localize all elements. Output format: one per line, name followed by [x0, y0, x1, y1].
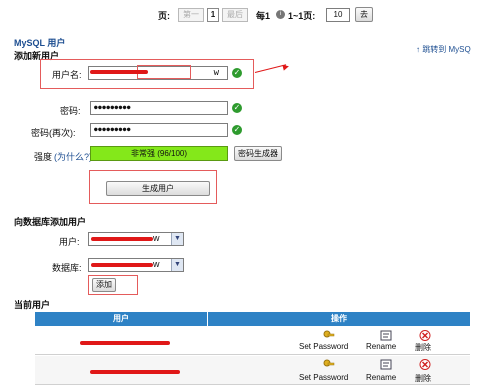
delete-icon[interactable] [419, 359, 431, 370]
add-to-db-title: 向数据库添加用户 [14, 217, 87, 227]
rename-icon[interactable] [380, 359, 392, 370]
breadcrumb[interactable]: MySQL 用户 [14, 36, 65, 49]
delete-link[interactable]: 删除 [415, 373, 431, 384]
password-generator-button[interactable]: 密码生成器 [234, 146, 282, 161]
last-page-button[interactable]: 最后 [222, 8, 248, 22]
username-label: 用户名: [52, 70, 82, 80]
db-database-redaction [91, 263, 153, 267]
go-button[interactable]: 去 [355, 7, 373, 22]
strength-meter: 非常强 (96/100) [90, 146, 228, 161]
password-again-ok-icon: ✓ [232, 125, 242, 135]
set-password-link[interactable]: Set Password [299, 373, 348, 382]
password-ok-icon: ✓ [232, 103, 242, 113]
create-user-button[interactable]: 生成用户 [106, 181, 210, 196]
current-page-number: 1 [207, 8, 219, 22]
row-username-redaction [80, 341, 170, 345]
strength-label: 强度 [34, 152, 53, 162]
table-header-user: 用户 [35, 312, 207, 326]
password-label: 密码: [60, 106, 81, 116]
password-again-input[interactable]: ●●●●●●●●● [90, 123, 228, 137]
page-label: 页: [158, 11, 170, 21]
db-user-label: 用户: [59, 237, 80, 247]
chevron-down-icon: ▼ [171, 233, 183, 245]
key-icon[interactable] [323, 359, 335, 370]
table-row: Set Password Rename 删除 [35, 327, 470, 355]
strength-help-link[interactable]: (为什么?): [54, 150, 95, 163]
password-input[interactable]: ●●●●●●●●● [90, 101, 228, 115]
set-password-link[interactable]: Set Password [299, 342, 348, 351]
per-page-input[interactable]: 10 [326, 8, 350, 22]
chevron-down-icon: ▼ [171, 259, 183, 271]
arrow-line [254, 64, 287, 73]
rename-icon[interactable] [380, 330, 392, 341]
info-icon: i [276, 10, 285, 19]
password-again-label: 密码(再次): [31, 128, 76, 138]
range-label: 1~1页: [288, 11, 316, 21]
db-user-redaction [91, 237, 153, 241]
rename-link[interactable]: Rename [366, 373, 396, 382]
table-row: Set Password Rename 删除 [35, 356, 470, 385]
table-header-actions: 操作 [208, 312, 470, 326]
per-page-label: 每1 [256, 11, 271, 21]
first-page-button[interactable]: 第一 [178, 8, 204, 22]
up-arrow-icon: ↑ [416, 45, 420, 54]
row-username-redaction [90, 370, 180, 374]
current-users-title: 当前用户 [14, 300, 51, 310]
db-database-suffix: w [153, 259, 160, 269]
key-icon[interactable] [323, 330, 335, 341]
username-ok-icon: ✓ [232, 68, 242, 78]
jump-link[interactable]: ↑ 跳转到 MySQ [416, 44, 471, 55]
arrow-icon [282, 63, 290, 71]
db-database-label: 数据库: [52, 263, 82, 273]
delete-icon[interactable] [419, 330, 431, 341]
username-redaction [90, 70, 148, 74]
username-visible-suffix: w [213, 68, 219, 78]
rename-link[interactable]: Rename [366, 342, 396, 351]
delete-link[interactable]: 删除 [415, 342, 431, 353]
db-user-suffix: w [153, 233, 160, 243]
add-to-db-button[interactable]: 添加 [92, 278, 116, 292]
jump-link-label: 跳转到 MySQ [422, 45, 471, 54]
